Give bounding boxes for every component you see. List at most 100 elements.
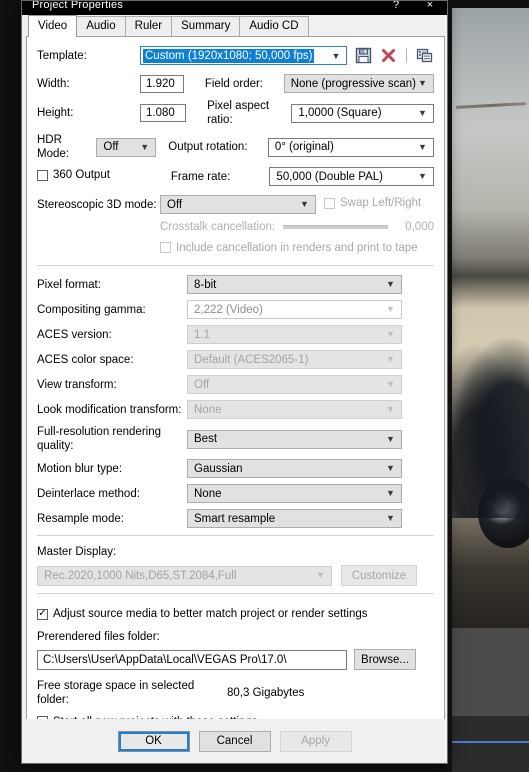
view-transform-value: Off: [194, 378, 210, 391]
width-input[interactable]: 1.920: [140, 74, 184, 93]
chevron-down-icon[interactable]: ▼: [416, 108, 429, 118]
crosstalk-row: Crosstalk cancellation: 0,000: [37, 220, 434, 234]
stereoscopic-mode-combobox[interactable]: Off ▼: [160, 195, 316, 214]
checkbox-box: [37, 169, 48, 181]
match-media-settings-icon[interactable]: [415, 46, 434, 65]
template-combobox[interactable]: Custom (1920x1080; 50,000 fps) ▼: [140, 46, 347, 65]
hdr-mode-label: HDR Mode:: [37, 134, 69, 160]
dialog-footer: OK Cancel Apply: [22, 719, 447, 763]
template-value: Custom (1920x1080; 50,000 fps): [143, 48, 314, 63]
browse-button[interactable]: Browse...: [354, 649, 416, 670]
chevron-down-icon: ▼: [386, 379, 395, 389]
deinterlace-method-combobox[interactable]: None ▼: [187, 484, 402, 503]
motion-blur-type-row: Motion blur type: Gaussian ▼: [37, 459, 434, 478]
pixel-format-combobox[interactable]: 8-bit ▼: [187, 275, 402, 294]
adjust-source-media-label: Adjust source media to better match proj…: [53, 608, 368, 620]
output-rotation-combobox[interactable]: 0° (original) ▼: [267, 137, 435, 157]
pixel-aspect-ratio-combobox[interactable]: 1,0000 (Square) ▼: [291, 103, 434, 123]
deinterlace-method-label: Deinterlace method:: [37, 487, 140, 500]
hdr-mode-value: Off: [103, 141, 119, 153]
aces-version-label: ACES version:: [37, 328, 112, 341]
delete-red-x-icon[interactable]: [379, 46, 398, 65]
toolbar-divider: [406, 48, 407, 63]
compositing-gamma-label: Compositing gamma:: [37, 303, 146, 316]
slider-track: [283, 225, 388, 229]
swap-left-right-checkbox[interactable]: Swap Left/Right: [324, 196, 421, 214]
customize-button: Customize: [341, 565, 417, 586]
ok-button[interactable]: OK: [117, 730, 190, 752]
save-floppy-icon[interactable]: [354, 46, 373, 65]
height-input[interactable]: 1.080: [140, 104, 187, 122]
output360-label: 360 Output: [53, 169, 110, 181]
compositing-gamma-value: 2,222 (Video): [194, 303, 263, 316]
resample-mode-combobox[interactable]: Smart resample ▼: [187, 509, 402, 528]
divider-3: [37, 593, 434, 594]
frame-rate-label: Frame rate:: [170, 170, 231, 183]
crosstalk-value: 0,000: [405, 221, 434, 233]
view-transform-label: View transform:: [37, 378, 117, 391]
rendering-quality-label: Full-resolution rendering quality:: [37, 426, 162, 452]
rendering-quality-combobox[interactable]: Best ▼: [187, 429, 402, 449]
field-order-value: None (progressive scan): [290, 77, 416, 90]
template-label: Template:: [37, 49, 87, 62]
look-modification-transform-label: Look modification transform:: [37, 403, 182, 416]
chevron-down-icon[interactable]: ▼: [328, 51, 344, 61]
chevron-down-icon[interactable]: ▼: [384, 514, 397, 523]
tab-summary[interactable]: Summary: [171, 16, 241, 36]
stereoscopic-mode-label: Stereoscopic 3D mode:: [37, 198, 157, 211]
output360-framerate-row: 360 Output Frame rate: 50,000 (Double PA…: [37, 167, 434, 186]
rendering-quality-value: Best: [194, 433, 218, 445]
chevron-down-icon: ▼: [386, 404, 395, 414]
chevron-down-icon[interactable]: ▼: [384, 489, 397, 498]
help-button[interactable]: ?: [379, 1, 413, 12]
crosstalk-slider[interactable]: [283, 225, 388, 229]
chevron-down-icon[interactable]: ▼: [384, 280, 397, 289]
include-cancellation-label: Include cancellation in renders and prin…: [176, 241, 418, 254]
timeline-lower-area: [452, 716, 529, 772]
swap-left-right-label: Swap Left/Right: [340, 197, 422, 209]
tab-video[interactable]: Video: [28, 15, 78, 37]
chevron-down-icon[interactable]: ▼: [298, 200, 311, 209]
chevron-down-icon[interactable]: ▼: [416, 79, 429, 88]
checkbox-box: ✓: [37, 608, 48, 620]
height-label: Height:: [37, 107, 74, 119]
pixel-aspect-ratio-value: 1,0000 (Square): [298, 107, 382, 119]
tab-audio-cd[interactable]: Audio CD: [239, 16, 309, 36]
chevron-down-icon[interactable]: ▼: [384, 464, 397, 473]
rendering-quality-row: Full-resolution rendering quality: Best …: [37, 425, 434, 453]
output-rotation-label: Output rotation:: [168, 141, 248, 153]
resample-mode-label: Resample mode:: [37, 512, 124, 525]
master-display-label: Master Display:: [37, 546, 117, 558]
prerendered-folder-input[interactable]: C:\Users\User\AppData\Local\VEGAS Pro\17…: [37, 649, 347, 670]
look-modification-transform-row: Look modification transform: None ▼: [37, 400, 434, 419]
crosstalk-label: Crosstalk cancellation:: [160, 221, 276, 233]
view-transform-row: View transform: Off ▼: [37, 375, 434, 394]
tab-audio[interactable]: Audio: [76, 16, 126, 36]
compositing-gamma-combobox: 2,222 (Video) ▼: [187, 300, 402, 319]
motion-blur-type-label: Motion blur type:: [37, 462, 123, 475]
tab-ruler[interactable]: Ruler: [124, 16, 173, 36]
field-order-combobox[interactable]: None (progressive scan) ▼: [283, 74, 434, 93]
adjust-source-media-checkbox[interactable]: ✓ Adjust source media to better match pr…: [37, 603, 434, 621]
chevron-down-icon[interactable]: ▼: [138, 142, 151, 152]
motion-blur-type-combobox[interactable]: Gaussian ▼: [187, 459, 402, 478]
cancel-button[interactable]: Cancel: [198, 730, 271, 752]
road-crack-detail: [455, 102, 527, 109]
look-modification-transform-value: None: [194, 403, 222, 416]
output-rotation-value: 0° (original): [274, 141, 334, 153]
chevron-down-icon[interactable]: ▼: [384, 434, 397, 444]
hdr-mode-combobox[interactable]: Off ▼: [96, 137, 157, 157]
chevron-down-icon: ▼: [386, 354, 395, 364]
template-toolbar: [354, 46, 434, 65]
hdr-rotation-row: HDR Mode: Off ▼ Output rotation: 0° (ori…: [37, 133, 435, 161]
master-display-row: Rec.2020,1000 Nits,D65,ST.2084,Full ▼ Cu…: [37, 565, 434, 586]
close-icon[interactable]: ×: [413, 1, 447, 12]
include-cancellation-checkbox[interactable]: Include cancellation in renders and prin…: [160, 240, 418, 258]
chevron-down-icon[interactable]: ▼: [416, 142, 429, 152]
chevron-down-icon[interactable]: ▼: [416, 172, 429, 181]
resample-mode-value: Smart resample: [194, 512, 276, 525]
frame-rate-combobox[interactable]: 50,000 (Double PAL) ▼: [269, 167, 434, 186]
project-properties-dialog: Project Properties ? × Video Audio Ruler…: [21, 0, 448, 764]
titlebar-buttons: ? ×: [379, 1, 447, 15]
output360-checkbox[interactable]: 360 Output: [37, 168, 166, 186]
